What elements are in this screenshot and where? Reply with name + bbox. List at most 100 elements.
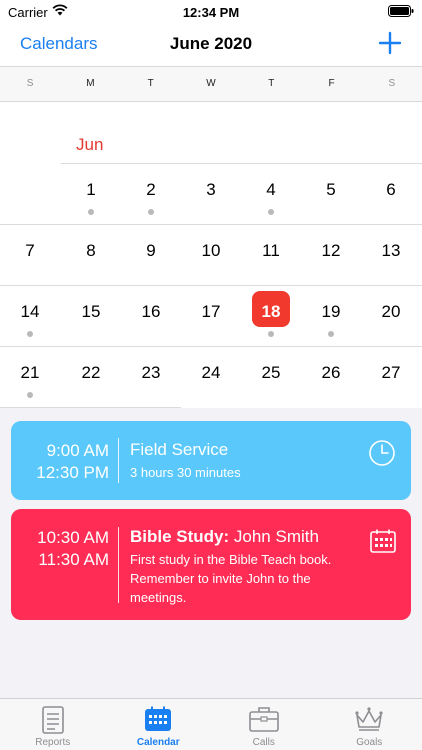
day-number: 13 [381,241,401,260]
calendar-day[interactable]: 27 [361,346,421,407]
status-time: 12:34 PM [182,5,240,20]
status-bar: Carrier 12:34 PM [0,0,422,24]
calendar-day[interactable]: 7 [0,224,60,285]
calendar-day[interactable]: 25 [241,346,301,407]
day-number: 24 [201,363,221,382]
calendar-day[interactable]: 20 [361,285,421,346]
day-number: 5 [326,180,336,199]
day-number: 19 [321,302,341,321]
calendar-day[interactable]: 16 [121,285,181,346]
event-times: 9:00 AM 12:30 PM [11,440,109,484]
weekday-label: S [26,78,34,89]
calendar-day[interactable]: 2 [121,163,181,224]
crown-icon [355,707,383,731]
day-number: 20 [381,302,401,321]
tab-label: Goals [356,737,383,748]
calendar-day[interactable]: 1 [61,163,121,224]
calendar-day[interactable]: 4 [241,163,301,224]
weekday-label: T [147,78,154,89]
event-divider [118,527,119,603]
day-number: 14 [20,302,40,321]
calendar-day[interactable]: 12 [301,224,361,285]
day-number: 10 [201,241,221,260]
weekday-label: S [388,78,396,89]
day-number: 18 [261,302,281,321]
calendar-day[interactable]: 22 [61,346,121,407]
tab-calls[interactable]: Calls [211,699,317,750]
tab-bar: Reports Calendar Calls Goals [0,698,422,750]
day-number: 21 [20,363,40,382]
event-end-time: 11:30 AM [38,550,109,569]
calendar-day-today[interactable]: 18 [241,285,301,346]
calendar-day[interactable]: 14 [0,285,60,346]
day-number: 1 [86,180,96,199]
navigation-bar: Calendars June 2020 [0,24,422,66]
calendar-icon [145,706,172,731]
event-start-time: 10:30 AM [37,528,109,547]
day-number: 4 [266,180,276,199]
events-list: 9:00 AM 12:30 PM Field Service 3 hours 3… [0,408,422,698]
day-number: 15 [81,302,101,321]
month-calendar: Jun 1 2 3 4 5 6 7 8 9 10 11 12 13 14 15 16 17 18 19 20 21 22 2… [0,102,422,408]
event-indicator-dot [27,392,33,398]
weekday-label: W [206,78,216,89]
event-indicator-dot [88,209,94,215]
calendar-day[interactable]: 10 [181,224,241,285]
event-card-bible-study[interactable]: 10:30 AM 11:30 AM Bible Study: John Smit… [11,509,411,620]
briefcase-icon [248,707,279,732]
day-number: 11 [262,241,280,260]
event-title-bold: Bible Study: [130,527,230,546]
day-number: 12 [321,241,341,260]
event-title-text: Field Service [130,440,229,459]
tab-label: Reports [35,737,71,748]
tab-goals[interactable]: Goals [317,699,422,750]
tab-reports[interactable]: Reports [0,699,106,750]
calendar-day[interactable]: 21 [0,346,60,407]
event-title: Bible Study: John Smith [130,527,319,547]
page-title: June 2020 [169,34,253,53]
event-title: Field Service [130,440,228,460]
weekday-header: SMTWTFS [0,66,422,102]
day-number: 26 [321,363,341,382]
document-icon [41,706,64,734]
battery-icon [388,5,414,17]
calendar-day[interactable]: 11 [241,224,301,285]
calendar-day[interactable]: 8 [61,224,121,285]
event-end-time: 12:30 PM [36,463,109,482]
day-number: 7 [25,241,35,260]
calendar-day[interactable]: 19 [301,285,361,346]
calendar-day[interactable]: 6 [361,163,421,224]
weekday-label: M [86,78,95,89]
event-start-time: 9:00 AM [46,441,109,460]
calendar-day[interactable]: 15 [61,285,121,346]
tab-calendar[interactable]: Calendar [106,699,212,750]
event-title-text: John Smith [229,527,319,546]
day-number: 16 [141,302,161,321]
event-times: 10:30 AM 11:30 AM [11,527,109,571]
day-number: 2 [146,180,156,199]
event-indicator-dot [268,331,274,337]
event-indicator-dot [328,331,334,337]
event-card-field-service[interactable]: 9:00 AM 12:30 PM Field Service 3 hours 3… [11,421,411,500]
calendar-day[interactable]: 17 [181,285,241,346]
calendar-day[interactable]: 5 [301,163,361,224]
event-indicator-dot [268,209,274,215]
calendar-day[interactable]: 13 [361,224,421,285]
event-subtitle: 3 hours 30 minutes [130,465,241,480]
calendar-day[interactable]: 24 [181,346,241,407]
event-indicator-dot [148,209,154,215]
day-number: 23 [141,363,161,382]
day-number: 8 [86,241,96,260]
day-number: 22 [81,363,101,382]
day-number: 27 [381,363,401,382]
calendar-day[interactable]: 23 [121,346,181,407]
calendar-day[interactable]: 26 [301,346,361,407]
add-icon[interactable] [378,31,402,55]
event-divider [118,438,119,483]
calendar-grid-icon [370,529,396,553]
weekday-label: T [268,78,275,89]
day-number: 17 [201,302,221,321]
calendar-day[interactable]: 3 [181,163,241,224]
day-number: 6 [386,180,396,199]
calendar-day[interactable]: 9 [121,224,181,285]
